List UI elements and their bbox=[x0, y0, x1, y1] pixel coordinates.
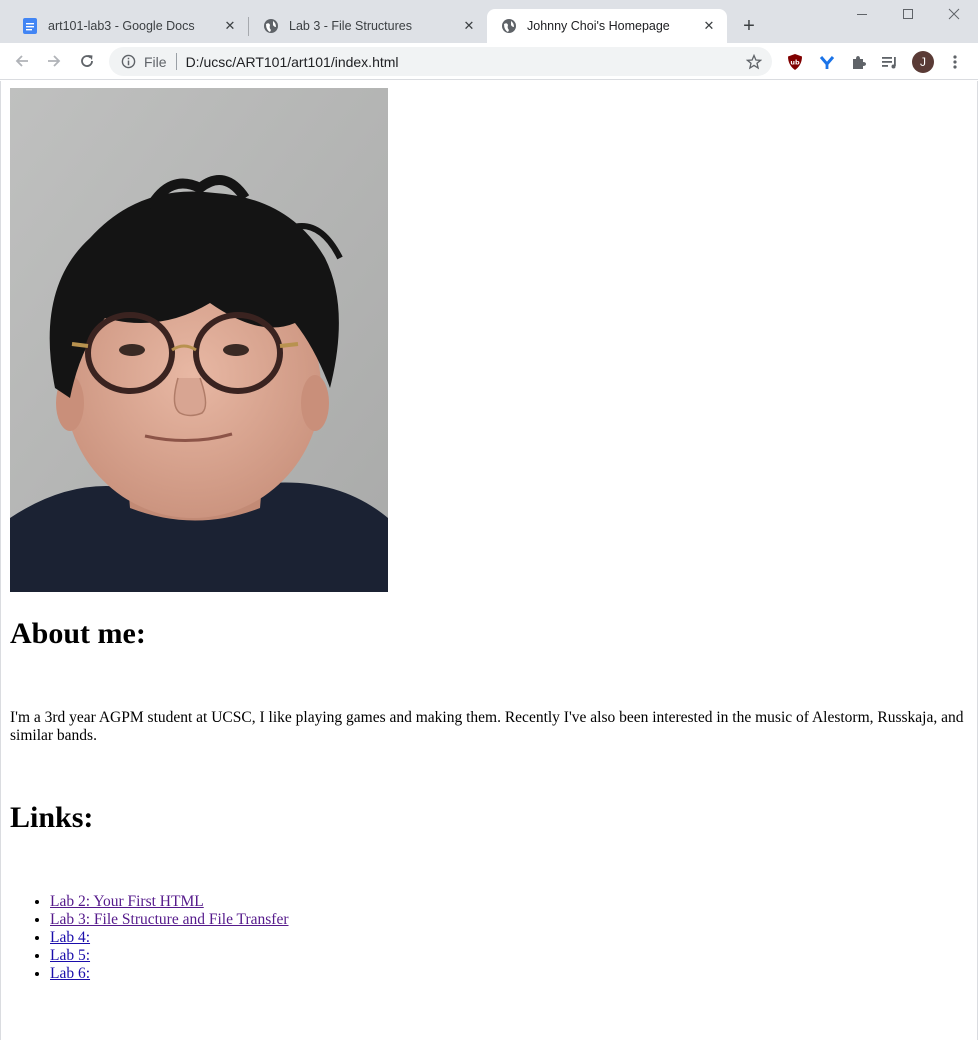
globe-icon bbox=[263, 18, 279, 34]
links-list: Lab 2: Your First HTML Lab 3: File Struc… bbox=[50, 893, 289, 983]
tab-homepage-active[interactable]: Johnny Choi's Homepage ✕ bbox=[487, 9, 727, 43]
new-tab-button[interactable]: + bbox=[737, 15, 761, 39]
tab-title: Lab 3 - File Structures bbox=[289, 19, 412, 33]
close-icon[interactable]: ✕ bbox=[222, 18, 238, 34]
puzzle-extensions-icon[interactable] bbox=[848, 52, 868, 72]
minimize-icon[interactable] bbox=[850, 3, 874, 27]
lab-2-link[interactable]: Lab 2: Your First HTML bbox=[50, 893, 204, 910]
maximize-icon[interactable] bbox=[896, 3, 920, 27]
google-docs-icon bbox=[22, 18, 38, 34]
about-heading: About me: bbox=[10, 617, 146, 650]
lab-6-link[interactable]: Lab 6: bbox=[50, 965, 90, 982]
list-item: Lab 2: Your First HTML bbox=[50, 893, 289, 911]
close-icon[interactable]: ✕ bbox=[461, 18, 477, 34]
list-item: Lab 6: bbox=[50, 965, 289, 983]
lab-3-link[interactable]: Lab 3: File Structure and File Transfer bbox=[50, 911, 289, 928]
lab-4-link[interactable]: Lab 4: bbox=[50, 929, 90, 946]
close-icon[interactable]: ✕ bbox=[701, 18, 717, 34]
list-item: Lab 5: bbox=[50, 947, 289, 965]
omnibox-divider bbox=[175, 53, 177, 70]
bookmark-star-icon[interactable] bbox=[744, 52, 764, 72]
window-close-icon[interactable] bbox=[942, 3, 966, 27]
tab-google-docs[interactable]: art101-lab3 - Google Docs ✕ bbox=[8, 9, 248, 43]
scheme-label: File bbox=[144, 53, 167, 70]
profile-avatar[interactable]: J bbox=[912, 51, 934, 73]
info-icon[interactable] bbox=[120, 54, 136, 70]
more-menu-icon[interactable] bbox=[947, 52, 963, 72]
reload-icon[interactable] bbox=[74, 48, 100, 74]
tab-strip: art101-lab3 - Google Docs ✕ Lab 3 - File… bbox=[0, 0, 978, 43]
tab-title: art101-lab3 - Google Docs bbox=[48, 19, 195, 33]
portrait-photo bbox=[10, 88, 388, 592]
tab-title: Johnny Choi's Homepage bbox=[527, 19, 670, 33]
list-item: Lab 3: File Structure and File Transfer bbox=[50, 911, 289, 929]
links-heading: Links: bbox=[10, 801, 94, 834]
page-viewport: About me: I'm a 3rd year AGPM student at… bbox=[0, 81, 978, 1040]
forward-arrow-icon[interactable] bbox=[41, 48, 67, 74]
svg-text:ub: ub bbox=[790, 59, 800, 67]
media-playlist-icon[interactable] bbox=[880, 52, 900, 72]
lab-5-link[interactable]: Lab 5: bbox=[50, 947, 90, 964]
globe-icon bbox=[501, 18, 517, 34]
ublock-origin-icon[interactable]: ub bbox=[785, 52, 805, 72]
bio-paragraph: I'm a 3rd year AGPM student at UCSC, I l… bbox=[10, 709, 964, 744]
browser-toolbar: File D:/ucsc/ART101/art101/index.html ub… bbox=[0, 43, 978, 80]
tab-file-structures[interactable]: Lab 3 - File Structures ✕ bbox=[249, 9, 487, 43]
url-text[interactable]: D:/ucsc/ART101/art101/index.html bbox=[186, 54, 744, 70]
extension-icon[interactable] bbox=[817, 52, 837, 72]
address-bar[interactable]: File D:/ucsc/ART101/art101/index.html bbox=[109, 47, 772, 76]
list-item: Lab 4: bbox=[50, 929, 289, 947]
back-arrow-icon[interactable] bbox=[9, 48, 35, 74]
